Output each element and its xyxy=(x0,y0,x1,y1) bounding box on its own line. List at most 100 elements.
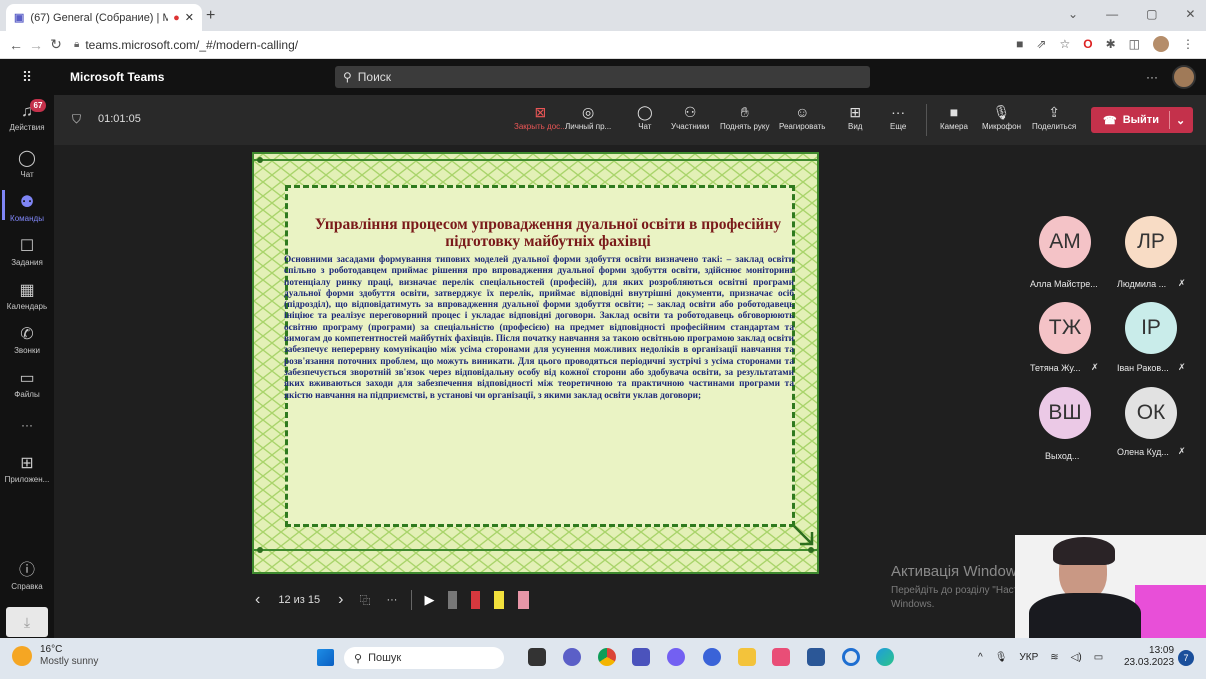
taskbar-search-input[interactable]: ⚲ Пошук xyxy=(344,647,504,669)
user-avatar[interactable] xyxy=(1172,65,1196,89)
activity-badge: 67 xyxy=(30,99,46,112)
react-button[interactable]: ☺ Реагировать xyxy=(779,102,825,131)
teams-app-icon[interactable] xyxy=(632,648,650,666)
language-indicator[interactable]: УКР xyxy=(1019,652,1038,663)
more-options-icon[interactable]: ··· xyxy=(386,594,397,606)
slide-grid-icon[interactable]: ⿻ xyxy=(359,592,370,608)
participant-avatar[interactable]: ВШ xyxy=(1039,387,1091,439)
rail-item-calendar[interactable]: ▦ Календарь xyxy=(0,282,54,311)
chrome-icon[interactable] xyxy=(598,648,616,666)
weather-widget[interactable]: 16°C Mostly sunny xyxy=(12,644,98,668)
notifications-badge[interactable]: 7 xyxy=(1178,650,1194,666)
weather-condition: Mostly sunny xyxy=(40,656,99,667)
rail-item-teams[interactable]: ⚉ Команды xyxy=(0,194,54,223)
store-app-icon[interactable] xyxy=(772,648,790,666)
pen-red-icon[interactable] xyxy=(471,591,481,609)
tab-close-icon[interactable]: ✕ xyxy=(185,11,194,24)
participant-name: Тетяна Жу... xyxy=(1030,363,1081,373)
wifi-icon[interactable]: ≋ xyxy=(1050,652,1058,663)
opera-icon[interactable]: O xyxy=(1083,37,1092,51)
chat-icon: ◯ xyxy=(637,104,653,120)
participant-avatar[interactable]: АМ xyxy=(1039,216,1091,268)
extensions-area: ■ ⇗ ☆ O ✱ ◫ ⋮ xyxy=(1016,36,1194,52)
battery-icon[interactable]: ▭ xyxy=(1094,652,1103,663)
restore-button[interactable]: ▢ xyxy=(1146,7,1157,21)
rail-label: Приложен... xyxy=(4,475,50,484)
participant-avatar[interactable]: ОК xyxy=(1125,387,1177,439)
telegram-app-icon[interactable] xyxy=(703,648,721,666)
rail-item-help[interactable]: ⓘ Справка xyxy=(0,562,54,591)
chevron-down-icon[interactable]: ⌄ xyxy=(1176,114,1185,127)
close-share-button[interactable]: ⊠ Закрыть дос... xyxy=(514,102,567,131)
back-icon[interactable]: ← xyxy=(6,35,26,55)
rail-item-tasks[interactable]: ☐ Задания xyxy=(0,238,54,267)
viber-icon[interactable] xyxy=(667,648,685,666)
control-label: Чат xyxy=(638,122,652,131)
bookmark-star-icon[interactable]: ☆ xyxy=(1059,37,1070,51)
file-explorer-icon[interactable] xyxy=(738,648,756,666)
view-button[interactable]: ⊞ Вид xyxy=(848,102,862,131)
camera-button[interactable]: ■ Камера xyxy=(940,102,968,131)
word-icon[interactable] xyxy=(807,648,825,666)
chat-app-icon[interactable] xyxy=(563,648,581,666)
eraser-icon[interactable] xyxy=(518,591,530,609)
participant-avatar[interactable]: ЛР xyxy=(1125,216,1177,268)
participants-button[interactable]: ⚇ Участники xyxy=(671,102,709,131)
share-page-icon[interactable]: ⇗ xyxy=(1036,37,1046,51)
rail-item-calls[interactable]: ✆ Звонки xyxy=(0,326,54,355)
menu-icon[interactable]: ⋮ xyxy=(1182,37,1194,51)
participant-avatar[interactable]: ІР xyxy=(1125,302,1177,354)
clock[interactable]: 13:09 23.03.2023 xyxy=(1124,645,1174,669)
chat-button[interactable]: ◯ Чат xyxy=(637,102,653,131)
rail-item-activity[interactable]: ♫ Действия xyxy=(0,103,54,132)
extensions-icon[interactable]: ✱ xyxy=(1106,37,1116,51)
previous-slide-icon[interactable]: ‹ xyxy=(255,591,260,609)
profile-avatar-icon[interactable] xyxy=(1153,36,1169,52)
task-view-icon[interactable] xyxy=(528,648,546,666)
rail-item-apps[interactable]: ⊞ Приложен... xyxy=(0,455,54,484)
new-tab-button[interactable]: + xyxy=(206,7,215,25)
tab-search-icon[interactable]: ⌄ xyxy=(1068,7,1078,21)
sidebar-icon[interactable]: ◫ xyxy=(1129,37,1140,51)
share-button[interactable]: ⇪ Поделиться xyxy=(1032,102,1076,131)
slide-navigation: ‹ 12 из 15 › ⿻ ··· ▶ xyxy=(255,585,530,615)
more-actions-button[interactable]: ··· Еще xyxy=(890,102,906,131)
pen-grey-icon[interactable] xyxy=(448,591,458,609)
next-slide-icon[interactable]: › xyxy=(338,591,343,609)
url-field[interactable]: 🔒︎ teams.microsoft.com/_#/modern-calling… xyxy=(74,34,298,56)
start-button[interactable] xyxy=(317,649,334,666)
pointer-icon[interactable]: ▶ xyxy=(424,592,434,608)
close-window-button[interactable]: ✕ xyxy=(1185,7,1195,21)
search-placeholder: Поиск xyxy=(357,70,392,84)
microphone-button[interactable]: 🎙︎ Микрофон xyxy=(982,102,1021,131)
teams-icon: ⚉ xyxy=(19,194,35,211)
rail-item-files[interactable]: ▭ Файлы xyxy=(0,370,54,399)
search-input[interactable]: ⚲ Поиск xyxy=(335,66,870,88)
forward-icon[interactable]: → xyxy=(26,35,46,55)
private-button[interactable]: ◎ Личный пр... xyxy=(565,102,611,131)
rail-item-more[interactable]: ··· xyxy=(0,418,54,432)
raise-hand-button[interactable]: ✋︎ Поднять руку xyxy=(720,102,769,131)
camera-icon[interactable]: ■ xyxy=(1016,37,1023,51)
cortana-icon[interactable] xyxy=(842,648,860,666)
app-launcher-icon[interactable]: ⠿ xyxy=(0,69,54,86)
participant-name: Алла Майстре... xyxy=(1030,279,1098,289)
highlighter-yellow-icon[interactable] xyxy=(494,591,505,609)
rail-item-chat[interactable]: ◯ Чат xyxy=(0,150,54,179)
tab-title: (67) General (Собрание) | M xyxy=(30,11,169,24)
tray-chevron-icon[interactable]: ^ xyxy=(978,652,983,663)
minimize-button[interactable]: — xyxy=(1106,7,1118,21)
mic-icon: 🎙︎ xyxy=(992,104,1011,120)
control-label: Камера xyxy=(940,122,968,131)
participant-name: Олена Куд... xyxy=(1117,447,1169,457)
edge-icon[interactable] xyxy=(876,648,894,666)
tray-mic-icon[interactable]: 🎙︎ xyxy=(995,652,1008,663)
participant-avatar[interactable]: ТЖ xyxy=(1039,302,1091,354)
browser-tab[interactable]: ▣ (67) General (Собрание) | M ● ✕ xyxy=(6,4,202,31)
download-button[interactable]: ⤓ xyxy=(6,607,48,637)
settings-more-icon[interactable]: ··· xyxy=(1146,70,1158,84)
volume-icon[interactable]: ◁) xyxy=(1071,652,1082,663)
leave-button[interactable]: ☎︎ Выйти ⌄ xyxy=(1091,107,1193,133)
self-video-tile[interactable] xyxy=(1015,535,1206,638)
reload-icon[interactable]: ↻ xyxy=(46,35,66,55)
